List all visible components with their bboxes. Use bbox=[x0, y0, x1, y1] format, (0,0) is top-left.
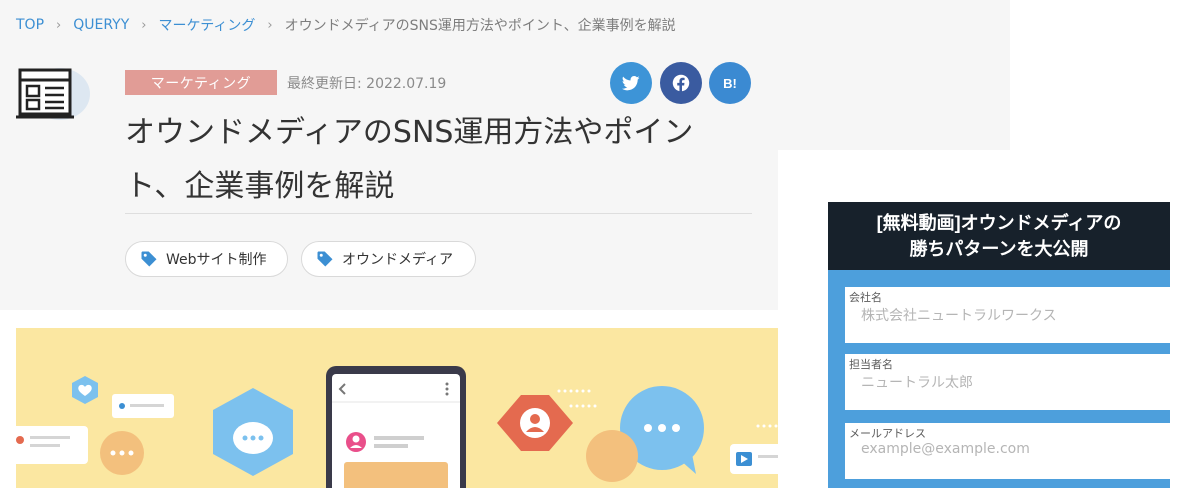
contact-name-label: 担当者名 bbox=[849, 358, 893, 371]
breadcrumb-separator: › bbox=[267, 17, 273, 33]
breadcrumb-queryy[interactable]: QUERYY bbox=[73, 17, 129, 33]
smartphone-icon bbox=[326, 366, 466, 488]
share-facebook-button[interactable] bbox=[660, 62, 702, 104]
company-name-label: 会社名 bbox=[849, 291, 882, 304]
updated-date: 最終更新日: 2022.07.19 bbox=[287, 76, 447, 92]
tag-label: Webサイト制作 bbox=[166, 252, 267, 268]
hero-illustration bbox=[16, 328, 778, 488]
lead-form-panel: [無料動画]オウンドメディアの 勝ちパターンを大公開 会社名 株式会社ニュートラ… bbox=[778, 150, 1200, 488]
tag-icon bbox=[317, 251, 333, 267]
breadcrumb: TOP › QUERYY › マーケティング › オウンドメディアのSNS運用方… bbox=[16, 15, 676, 35]
twitter-bird-icon bbox=[622, 75, 640, 90]
company-name-field[interactable]: 会社名 株式会社ニュートラルワークス bbox=[845, 287, 1173, 343]
breadcrumb-current: オウンドメディアのSNS運用方法やポイント、企業事例を解説 bbox=[284, 18, 676, 34]
breadcrumb-marketing[interactable]: マーケティング bbox=[158, 15, 255, 35]
share-hatena-button[interactable]: B! bbox=[709, 62, 751, 104]
form-header: [無料動画]オウンドメディアの 勝ちパターンを大公開 bbox=[828, 202, 1170, 270]
form-header-line1: [無料動画]オウンドメディアの bbox=[876, 213, 1122, 233]
play-icon bbox=[730, 444, 778, 474]
share-twitter-button[interactable] bbox=[610, 62, 652, 104]
form-body: 会社名 株式会社ニュートラルワークス 担当者名 ニュートラル太郎 メールアドレス… bbox=[828, 270, 1173, 488]
article-title: オウンドメディアのSNS運用方法やポイント、企業事例を解説 bbox=[125, 115, 694, 204]
contact-name-input[interactable]: ニュートラル太郎 bbox=[861, 372, 1161, 392]
email-field[interactable]: メールアドレス example@example.com bbox=[845, 423, 1173, 479]
breadcrumb-top[interactable]: TOP bbox=[16, 17, 44, 33]
tag-icon bbox=[141, 251, 157, 267]
tag-label: オウンドメディア bbox=[342, 252, 454, 268]
contact-name-field[interactable]: 担当者名 ニュートラル太郎 bbox=[845, 354, 1173, 410]
company-name-input[interactable]: 株式会社ニュートラルワークス bbox=[861, 305, 1161, 325]
form-header-line2: 勝ちパターンを大公開 bbox=[909, 239, 1089, 259]
category-badge[interactable]: マーケティング bbox=[125, 70, 277, 95]
email-input[interactable]: example@example.com bbox=[861, 441, 1161, 457]
tag-owned-media[interactable]: オウンドメディア bbox=[301, 241, 476, 277]
facebook-icon bbox=[672, 74, 690, 92]
breadcrumb-separator: › bbox=[141, 17, 147, 33]
email-label: メールアドレス bbox=[849, 427, 926, 440]
article-grid-icon bbox=[14, 66, 94, 124]
breadcrumb-separator: › bbox=[56, 17, 62, 33]
tag-website-production[interactable]: Webサイト制作 bbox=[125, 241, 288, 277]
title-divider bbox=[125, 213, 752, 214]
